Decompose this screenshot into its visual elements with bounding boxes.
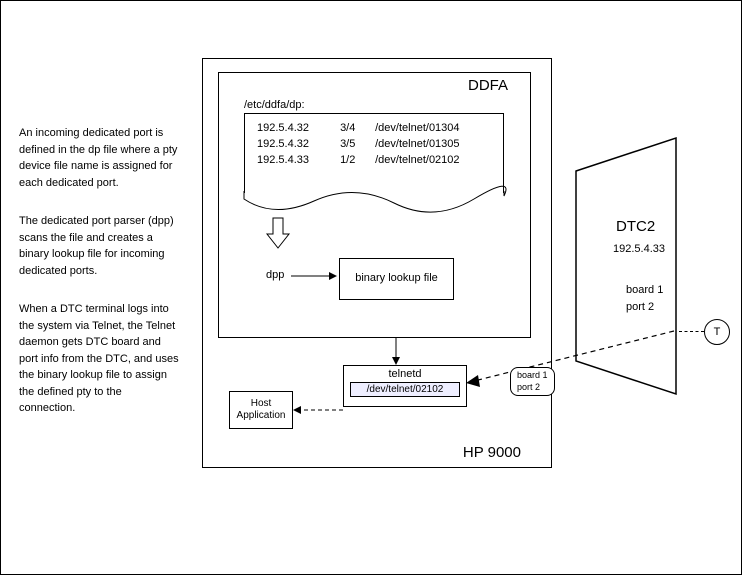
- dtc-port-label: port 2: [626, 301, 654, 313]
- host-application-label: Host Application: [230, 398, 292, 422]
- terminal-connector-line: [679, 331, 704, 333]
- telnetd-box: telnetd /dev/telnet/02102: [343, 365, 467, 407]
- dpfile-path-label: /etc/ddfa/dp:: [244, 99, 305, 111]
- cell-dev: /dev/telnet/01304: [375, 122, 459, 134]
- dtc-ip-label: 192.5.4.33: [613, 243, 665, 255]
- cell-ip: 192.5.4.33: [257, 154, 337, 166]
- cell-ip: 192.5.4.32: [257, 122, 337, 134]
- dpfile-box: 192.5.4.32 3/4 /dev/telnet/01304 192.5.4…: [244, 113, 504, 193]
- dtc-name-label: DTC2: [616, 218, 655, 235]
- dashed-connection-line: [466, 331, 676, 391]
- cell-bp: 3/5: [340, 138, 372, 150]
- torn-edge-icon: [244, 191, 504, 221]
- dpp-label: dpp: [266, 269, 284, 281]
- desc-para-2: The dedicated port parser (dpp) scans th…: [19, 213, 179, 279]
- table-row: 192.5.4.33 1/2 /dev/telnet/02102: [257, 154, 491, 166]
- terminal-circle: T: [704, 319, 730, 345]
- binary-lookup-label: binary lookup file: [355, 272, 438, 285]
- desc-para-1: An incoming dedicated port is defined in…: [19, 125, 179, 191]
- telnetd-dev-box: /dev/telnet/02102: [350, 382, 460, 397]
- terminal-letter: T: [714, 326, 721, 338]
- description-column: An incoming dedicated port is defined in…: [19, 125, 179, 439]
- hp9000-label: HP 9000: [463, 444, 521, 461]
- binary-lookup-box: binary lookup file: [339, 258, 454, 300]
- desc-para-3: When a DTC terminal logs into the system…: [19, 301, 179, 417]
- ddfa-box: DDFA /etc/ddfa/dp: 192.5.4.32 3/4 /dev/t…: [218, 72, 531, 338]
- host-application-box: Host Application: [229, 391, 293, 429]
- right-arrow-icon: [291, 271, 337, 281]
- bubble-board: board 1: [517, 370, 548, 382]
- down-arrow-icon: [391, 337, 401, 365]
- table-row: 192.5.4.32 3/4 /dev/telnet/01304: [257, 122, 491, 134]
- info-bubble: board 1 port 2: [510, 367, 555, 396]
- telnetd-label: telnetd: [344, 368, 466, 380]
- cell-bp: 3/4: [340, 122, 372, 134]
- table-row: 192.5.4.32 3/5 /dev/telnet/01305: [257, 138, 491, 150]
- cell-dev: /dev/telnet/01305: [375, 138, 459, 150]
- down-arrow-icon: [267, 218, 289, 248]
- bubble-port: port 2: [517, 382, 548, 394]
- cell-ip: 192.5.4.32: [257, 138, 337, 150]
- dtc-board-label: board 1: [626, 284, 663, 296]
- cell-bp: 1/2: [340, 154, 372, 166]
- cell-dev: /dev/telnet/02102: [375, 154, 459, 166]
- dashed-arrow-icon: [293, 402, 343, 418]
- ddfa-label: DDFA: [468, 77, 508, 94]
- hp9000-box: HP 9000 DDFA /etc/ddfa/dp: 192.5.4.32 3/…: [202, 58, 552, 468]
